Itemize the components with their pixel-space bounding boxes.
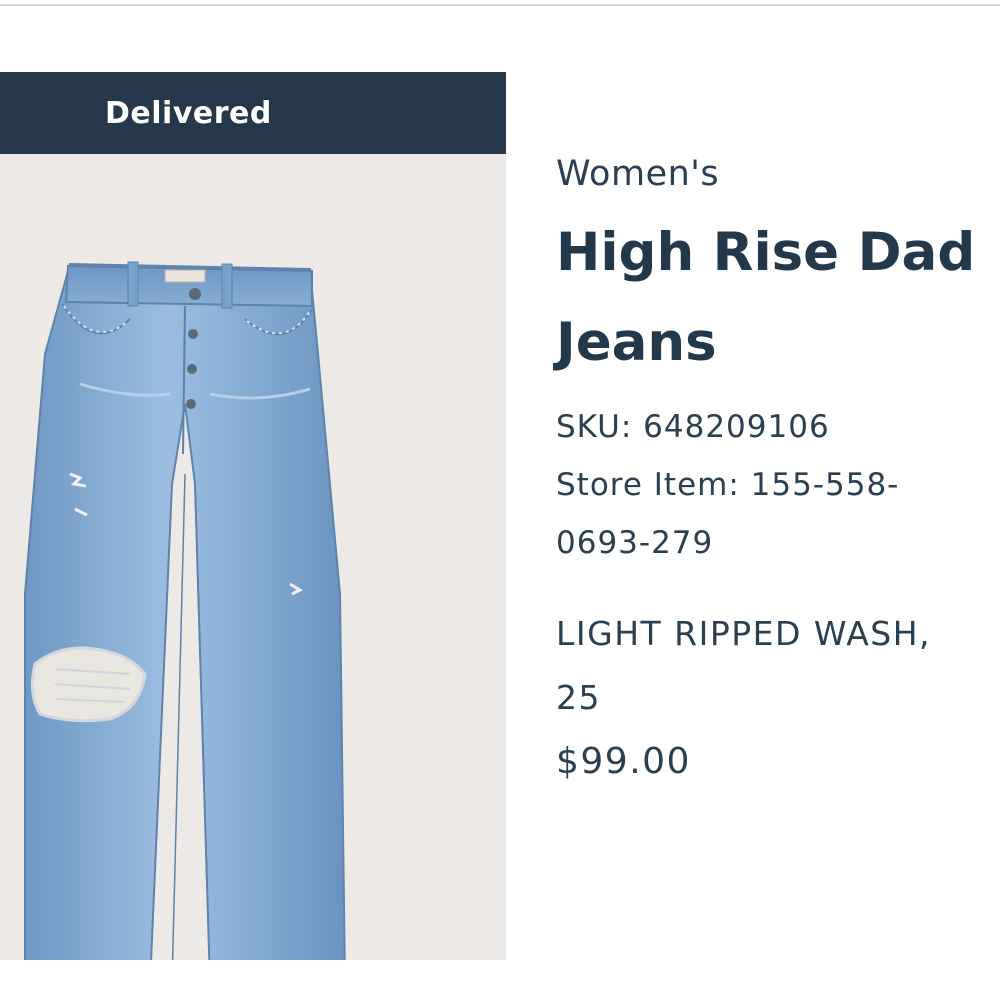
product-image-card[interactable]: Delivered xyxy=(0,72,506,960)
product-name[interactable]: High Rise Dad Jeans xyxy=(556,208,1000,388)
delivery-status-banner: Delivered xyxy=(0,72,506,154)
product-variant: LIGHT RIPPED WASH, 25 xyxy=(556,602,1000,730)
product-image[interactable] xyxy=(0,154,506,960)
product-identifiers: SKU: 648209106 Store Item: 155-558- 0693… xyxy=(556,398,1000,572)
product-name-line-1: High Rise Dad xyxy=(556,222,976,283)
product-details: Women's High Rise Dad Jeans SKU: 6482091… xyxy=(556,150,1000,794)
store-item-text-line-2: 0693-279 xyxy=(556,525,714,561)
sku-text: SKU: 648209106 xyxy=(556,409,830,445)
product-category: Women's xyxy=(556,154,720,194)
delivery-status-label: Delivered xyxy=(105,95,272,131)
product-price: $99.00 xyxy=(556,741,691,782)
top-divider xyxy=(0,4,1000,6)
product-name-line-2: Jeans xyxy=(556,312,717,373)
store-item-text-line-1: Store Item: 155-558- xyxy=(556,467,900,503)
variant-color: LIGHT RIPPED WASH, xyxy=(556,614,932,653)
variant-size: 25 xyxy=(556,678,601,717)
